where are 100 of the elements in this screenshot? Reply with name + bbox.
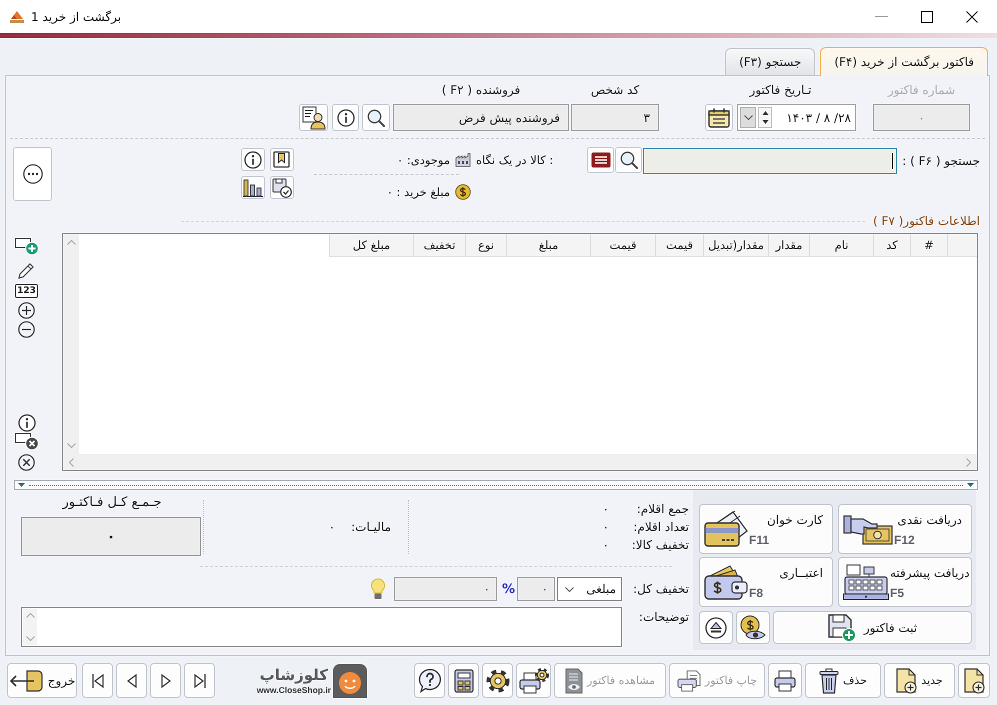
minus-circle-icon[interactable] [18, 321, 35, 338]
printer-settings-button[interactable] [516, 663, 551, 698]
column-header: قیمت [655, 234, 703, 256]
seller-field: فروشنده پیش فرض [393, 104, 569, 131]
caret-icon [744, 115, 752, 120]
logo-url: www.CloseShop.ir [256, 685, 331, 695]
pencil-icon[interactable] [18, 262, 35, 279]
discount-type-dropdown[interactable]: مبلغی [557, 577, 622, 601]
column-header: مقدار(تبدیل [703, 234, 768, 256]
search-label: جستجو ( F۶ ) : [902, 154, 980, 168]
remove-row-icon[interactable] [14, 433, 38, 450]
list-button[interactable] [587, 147, 614, 173]
wallet-icon [704, 564, 748, 600]
summary-value: ۰ [602, 538, 609, 552]
bookmark-button[interactable] [270, 148, 294, 171]
chevron-right-icon [966, 458, 971, 466]
person-list-icon [302, 106, 326, 130]
info-button[interactable] [240, 148, 265, 171]
save-check-button[interactable] [270, 176, 294, 199]
date-field[interactable]: ۱۴۰۳ / ۸ /۲۸ [737, 104, 856, 131]
next-button[interactable] [150, 663, 181, 698]
triangle-right-bar-icon [194, 674, 206, 688]
triangle-down-icon[interactable] [18, 483, 25, 487]
tab[interactable]: جستجو (F۳) [725, 48, 816, 75]
person-list-button[interactable] [299, 104, 328, 131]
overview-label: : کالا در یک نگاه [476, 153, 554, 167]
search-button[interactable] [615, 147, 642, 173]
payment-view-button[interactable] [736, 611, 770, 644]
triangle-down-icon[interactable] [967, 483, 974, 487]
close-circle-icon[interactable] [18, 454, 35, 471]
save-invoice-button[interactable]: ثبت فاکتور [773, 611, 972, 644]
bar-triangle-left-icon [92, 674, 104, 688]
summary-value: ۰ [602, 502, 609, 516]
notes-field[interactable] [21, 607, 622, 647]
delete-button[interactable]: حذف [805, 663, 881, 698]
column-header: مبلغ کل [329, 234, 413, 256]
dollar-coin-icon [454, 184, 471, 200]
coin-eye-icon [740, 614, 766, 640]
grand-total-label: جـمـع کـل فـاکتـور [62, 495, 162, 512]
shortcut-label: F12 [894, 533, 915, 547]
info-icon[interactable] [18, 414, 36, 432]
percent-sign: % [502, 582, 515, 596]
tax-value: ۰ [328, 520, 336, 534]
hand-cash-icon [843, 513, 893, 545]
summary-label: تخفیف کالا: [630, 538, 689, 552]
first-button[interactable] [82, 663, 113, 698]
triangle-left-icon [126, 674, 138, 688]
exit-button[interactable]: خروج [7, 663, 77, 698]
printer-icon [774, 670, 796, 692]
previous-button[interactable] [116, 663, 147, 698]
person-code-field: ۳ [571, 104, 659, 131]
maximize-icon[interactable] [921, 10, 933, 22]
building-icon [454, 153, 471, 167]
stock-text: موجودی: ۰ [396, 153, 450, 167]
more-button[interactable] [13, 147, 52, 201]
help-button[interactable] [414, 663, 445, 698]
column-header: نام [809, 234, 873, 256]
grand-total-field: ۰ [21, 517, 201, 556]
product-search-field[interactable] [643, 148, 898, 174]
settings-button[interactable] [482, 663, 513, 698]
tab[interactable]: فاکتور برگشت از خرید (F۴) [820, 47, 988, 76]
purchase-amount-text: مبلغ خرید : ۰ [386, 185, 450, 199]
floppy-plus-icon [828, 614, 856, 642]
eject-button[interactable] [699, 611, 733, 644]
column-header: مقدار [768, 234, 809, 256]
calculator-button[interactable] [448, 663, 479, 698]
last-button[interactable] [184, 663, 215, 698]
credit-card-icon [704, 511, 748, 547]
trash-icon [819, 668, 840, 694]
info-button[interactable] [332, 104, 359, 131]
spinner-button[interactable] [758, 107, 772, 128]
light-bulb-icon[interactable] [370, 578, 386, 600]
chevron-up-icon [66, 240, 76, 245]
more-icon [22, 164, 42, 184]
column-header: نوع [465, 234, 506, 256]
shortcut-label: F8 [749, 586, 764, 600]
help-icon [418, 668, 442, 693]
new-button[interactable]: جدید [884, 663, 955, 698]
add-row-icon[interactable] [14, 238, 38, 255]
search-button[interactable] [362, 104, 390, 131]
new-document-button[interactable] [958, 663, 990, 698]
invoice-number-field: ۰ [873, 104, 970, 131]
notes-label: توضیحات: [638, 610, 690, 624]
chevron-down-icon [26, 636, 34, 641]
close-icon[interactable] [966, 10, 978, 22]
plus-circle-icon[interactable] [18, 302, 35, 319]
discount-percent-field[interactable]: ۰ [517, 577, 555, 601]
chevron-up-icon [26, 613, 34, 618]
date-dropdown-button[interactable] [740, 107, 756, 128]
calendar-button[interactable] [705, 104, 733, 131]
numbering-button[interactable]: 123 [15, 284, 38, 298]
chart-button[interactable] [240, 176, 265, 199]
print-button[interactable] [768, 663, 802, 698]
info-icon [336, 108, 354, 126]
discount-amount-field[interactable]: ۰ [394, 577, 497, 601]
gear-icon [486, 668, 510, 692]
info-icon [244, 150, 262, 168]
calendar-icon [708, 108, 730, 128]
app-icon [10, 10, 24, 22]
exit-door-icon [8, 670, 43, 692]
